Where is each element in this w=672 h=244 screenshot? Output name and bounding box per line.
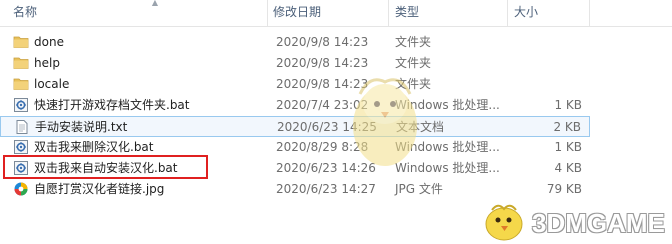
file-size: 1 KB — [554, 140, 582, 154]
file-row[interactable]: done 2020/9/8 14:23 文件夹 — [0, 32, 590, 53]
3dmgame-watermark: 3DMGAME — [470, 200, 670, 244]
file-size: 1 KB — [554, 98, 582, 112]
column-date-header[interactable]: 修改日期 — [273, 0, 321, 26]
chick-mascot-icon — [353, 78, 417, 166]
column-divider[interactable] — [589, 0, 590, 26]
column-divider[interactable] — [388, 0, 389, 26]
file-name: 手动安装说明.txt — [35, 120, 128, 134]
file-row[interactable]: help 2020/9/8 14:23 文件夹 — [0, 53, 590, 74]
file-name: help — [34, 56, 60, 70]
column-divider[interactable] — [267, 0, 268, 26]
file-size: 4 KB — [554, 161, 582, 175]
file-name: locale — [34, 77, 70, 91]
highlight-annotation — [3, 155, 208, 179]
folder-icon — [13, 55, 29, 71]
column-size-header[interactable]: 大小 — [514, 0, 538, 26]
file-name: 快速打开游戏存档文件夹.bat — [34, 98, 190, 112]
file-row[interactable]: 快速打开游戏存档文件夹.bat 2020/7/4 23:02 Windows 批处理… — [0, 95, 590, 116]
file-name: 自愿打赏汉化者链接.jpg — [34, 182, 165, 196]
file-row[interactable]: 自愿打赏汉化者链接.jpg 2020/6/23 14:27 JPG 文件 79 KB — [0, 179, 590, 200]
folder-icon — [13, 34, 29, 50]
text-file-icon — [14, 119, 30, 135]
batch-file-icon — [13, 97, 29, 113]
column-header: ▲ 名称 修改日期 类型 大小 — [0, 0, 672, 27]
bird-logo-icon — [485, 204, 523, 241]
column-name-header[interactable]: 名称 — [13, 0, 37, 26]
brand-text: 3DMGAME — [532, 208, 665, 238]
folder-icon — [13, 76, 29, 92]
file-size: 2 KB — [553, 120, 581, 134]
file-type: 文件夹 — [395, 35, 432, 49]
batch-file-icon — [13, 139, 29, 155]
file-row[interactable]: locale 2020/9/8 14:23 文件夹 — [0, 74, 590, 95]
file-size: 79 KB — [546, 182, 582, 196]
jpg-image-icon — [13, 181, 29, 197]
sort-up-icon: ▲ — [151, 0, 159, 7]
file-date: 2020/9/8 14:23 — [276, 35, 369, 49]
file-name: done — [34, 35, 64, 49]
file-row[interactable]: 手动安装说明.txt 2020/6/23 14:25 文本文档 2 KB — [0, 116, 590, 137]
column-divider[interactable] — [507, 0, 508, 26]
column-type-header[interactable]: 类型 — [395, 0, 419, 26]
